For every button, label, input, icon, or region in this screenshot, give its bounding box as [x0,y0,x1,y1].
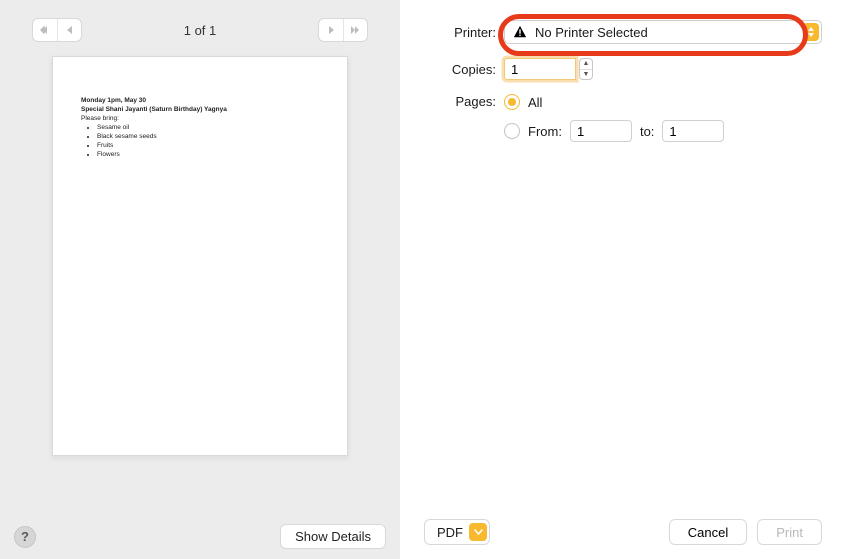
radio-all[interactable] [504,94,520,110]
doc-list: Sesame oil Black sesame seeds Fruits Flo… [91,124,319,159]
nav-first-button[interactable] [33,19,57,41]
preview-header: 1 of 1 [14,12,386,56]
pages-label: Pages: [424,94,504,109]
pages-from-label: From: [528,124,562,139]
cancel-button[interactable]: Cancel [669,519,747,545]
copies-step-down[interactable]: ▼ [580,69,592,80]
chevron-down-icon [469,523,487,541]
preview-footer: ? Show Details [14,512,386,549]
printer-dropdown[interactable]: No Printer Selected [504,20,822,44]
printer-label: Printer: [424,25,504,40]
doc-list-item: Sesame oil [97,124,319,133]
show-details-button[interactable]: Show Details [280,524,386,549]
radio-range[interactable] [504,123,520,139]
copies-row: Copies: ▲ ▼ [424,58,822,80]
preview-pane: 1 of 1 Monday 1pm, May 30 Special Shani … [0,0,400,559]
preview-page: Monday 1pm, May 30 Special Shani Jayanti… [52,56,348,456]
dropdown-arrows-icon [803,23,819,41]
pages-to-label: to: [640,124,654,139]
pages-options: All From: to: [504,94,724,142]
doc-list-item: Fruits [97,142,319,151]
page-indicator: 1 of 1 [184,23,217,38]
pages-all-label: All [528,95,542,110]
warning-icon [513,25,527,39]
pages-range-option[interactable]: From: to: [504,120,724,142]
dialog-footer: PDF Cancel Print [424,519,822,545]
doc-line-1: Monday 1pm, May 30 [81,97,319,106]
nav-next-last-group [318,18,368,42]
nav-next-button[interactable] [319,19,343,41]
pages-all-option[interactable]: All [504,94,724,110]
copies-step-up[interactable]: ▲ [580,59,592,69]
help-button[interactable]: ? [14,526,36,548]
settings-pane: Printer: No Printer Selected Copies: ▲ ▼… [400,0,850,559]
copies-input[interactable] [504,58,576,80]
pages-row: Pages: All From: to: [424,94,822,142]
pages-to-input[interactable] [662,120,724,142]
copies-label: Copies: [424,62,504,77]
printer-value: No Printer Selected [535,25,648,40]
doc-please-bring: Please bring: [81,115,319,124]
doc-list-item: Black sesame seeds [97,133,319,142]
print-button[interactable]: Print [757,519,822,545]
copies-stepper: ▲ ▼ [579,58,593,80]
doc-line-2: Special Shani Jayanti (Saturn Birthday) … [81,106,319,115]
printer-row: Printer: No Printer Selected [424,20,822,44]
pdf-dropdown-button[interactable]: PDF [424,519,490,545]
pages-from-input[interactable] [570,120,632,142]
nav-prev-button[interactable] [57,19,81,41]
doc-list-item: Flowers [97,151,319,160]
nav-last-button[interactable] [343,19,367,41]
pdf-label: PDF [437,525,463,540]
nav-first-prev-group [32,18,82,42]
